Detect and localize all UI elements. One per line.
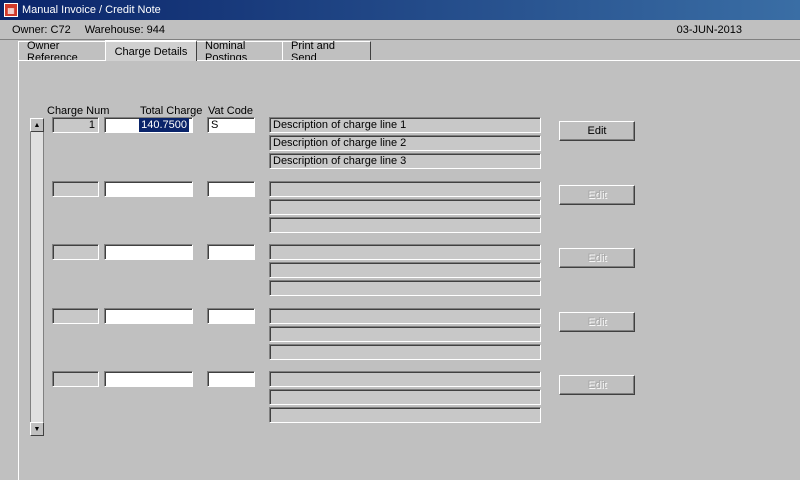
total-charge-field[interactable] bbox=[104, 244, 193, 260]
app-form-icon: ▦ bbox=[4, 3, 18, 17]
edit-button-disabled: Edit bbox=[559, 185, 635, 205]
description-line-2[interactable] bbox=[269, 262, 541, 278]
edit-button-disabled: Edit bbox=[559, 312, 635, 332]
charge-num-field[interactable] bbox=[52, 371, 99, 387]
scroll-up-arrow-icon[interactable]: ▲ bbox=[30, 118, 44, 132]
charge-num-field[interactable] bbox=[52, 308, 99, 324]
edit-label: Edit bbox=[587, 189, 607, 201]
total-charge-value: 140.7500 bbox=[139, 118, 189, 132]
description-line-1[interactable] bbox=[269, 181, 541, 197]
tab-charge-details[interactable]: Charge Details bbox=[105, 40, 197, 61]
description-line-3[interactable] bbox=[269, 407, 541, 423]
scroll-down-arrow-icon[interactable]: ▼ bbox=[30, 422, 44, 436]
description-line-3[interactable] bbox=[269, 280, 541, 296]
edit-label: Edit bbox=[587, 316, 607, 328]
charge-num-field[interactable] bbox=[52, 181, 99, 197]
description-line-3[interactable]: Description of charge line 3 bbox=[269, 153, 541, 169]
total-charge-field[interactable] bbox=[104, 371, 193, 387]
description-line-1[interactable] bbox=[269, 244, 541, 260]
description-line-2[interactable] bbox=[269, 326, 541, 342]
tab-owner-reference[interactable]: Owner Reference bbox=[18, 40, 106, 64]
tab-nominal-postings[interactable]: Nominal Postings bbox=[196, 40, 283, 64]
vat-code-field[interactable] bbox=[207, 244, 255, 260]
description-line-3[interactable] bbox=[269, 344, 541, 360]
edit-button[interactable]: Edit bbox=[559, 121, 635, 141]
edit-button-disabled: Edit bbox=[559, 375, 635, 395]
vat-code-field[interactable] bbox=[207, 181, 255, 197]
vat-code-field[interactable] bbox=[207, 308, 255, 324]
description-line-1[interactable] bbox=[269, 308, 541, 324]
warehouse-label: Warehouse: 944 bbox=[84, 23, 166, 36]
tab-print-and-send[interactable]: Print and Send bbox=[282, 40, 371, 64]
records-scrollbar[interactable]: ▲ ▼ bbox=[30, 118, 44, 436]
vat-code-field[interactable] bbox=[207, 371, 255, 387]
description-line-2[interactable] bbox=[269, 389, 541, 405]
window-title: Manual Invoice / Credit Note bbox=[22, 4, 161, 16]
tab-strip: Owner Reference Charge Details Nominal P… bbox=[18, 40, 371, 64]
context-bar: Owner: C72 Warehouse: 944 03-JUN-2013 bbox=[0, 20, 800, 40]
description-line-1[interactable]: Description of charge line 1 bbox=[269, 117, 541, 133]
description-line-2[interactable]: Description of charge line 2 bbox=[269, 135, 541, 151]
column-header-charge-num: Charge Num bbox=[47, 105, 110, 117]
current-date: 03-JUN-2013 bbox=[676, 24, 742, 36]
total-charge-field[interactable] bbox=[104, 181, 193, 197]
total-charge-field[interactable] bbox=[104, 308, 193, 324]
description-line-1[interactable] bbox=[269, 371, 541, 387]
scrollbar-track[interactable] bbox=[30, 132, 44, 422]
column-header-total-charge: Total Charge bbox=[140, 105, 203, 117]
edit-label: Edit bbox=[587, 252, 607, 264]
title-bar: ▦ Manual Invoice / Credit Note bbox=[0, 0, 800, 20]
edit-label: Edit bbox=[587, 379, 607, 391]
total-charge-field[interactable]: 140.7500 bbox=[104, 117, 193, 133]
column-header-vat-code: Vat Code bbox=[208, 105, 254, 117]
vat-code-field[interactable]: S bbox=[207, 117, 255, 133]
charge-num-field[interactable] bbox=[52, 244, 99, 260]
owner-label: Owner: C72 bbox=[12, 23, 71, 36]
description-line-2[interactable] bbox=[269, 199, 541, 215]
charge-num-field[interactable]: 1 bbox=[52, 117, 99, 133]
edit-button-disabled: Edit bbox=[559, 248, 635, 268]
description-line-3[interactable] bbox=[269, 217, 541, 233]
